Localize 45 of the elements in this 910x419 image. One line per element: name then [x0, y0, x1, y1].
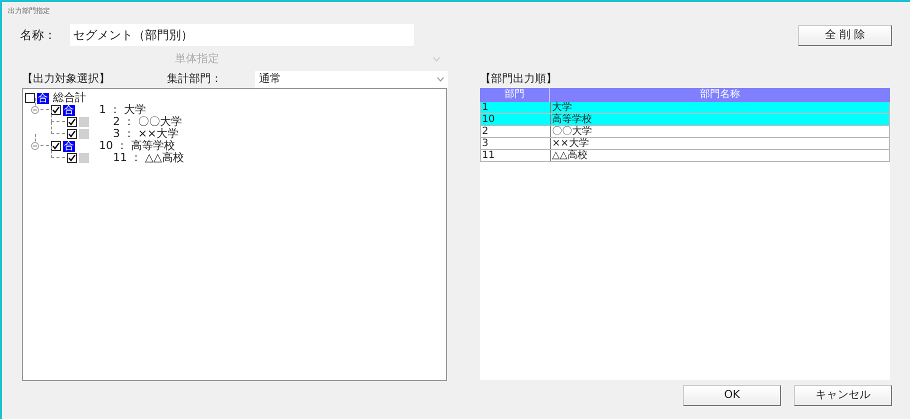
tree-item-label[interactable]: 11 ： △△高校	[113, 152, 184, 164]
table-cell-text: △△高校	[551, 150, 588, 161]
table-row[interactable]: 10 高等学校	[480, 114, 890, 126]
cancel-button[interactable]: キャンセル	[794, 385, 892, 406]
group-badge: 合	[63, 104, 75, 116]
checkbox[interactable]	[25, 93, 35, 103]
checkbox[interactable]	[67, 129, 77, 139]
table-cell: 10	[481, 114, 551, 125]
checkbox[interactable]	[51, 105, 61, 115]
checkbox[interactable]	[51, 141, 61, 151]
column-header: 部門名称	[699, 88, 741, 102]
table-row[interactable]: 3 ××大学	[480, 138, 890, 150]
tree-item-label[interactable]: 1 ： 大学	[99, 104, 146, 116]
delete-all-button[interactable]: 全 削 除	[798, 24, 892, 46]
group-badge: 合	[63, 140, 75, 152]
section-heading: 【部門出力順】	[480, 70, 557, 87]
table-row[interactable]: 2 〇〇大学	[480, 126, 890, 138]
chevron-icon	[437, 76, 444, 82]
group-badge: 合	[37, 92, 49, 104]
checkbox[interactable]	[67, 117, 77, 127]
checkbox[interactable]	[67, 153, 77, 163]
table-cell-text: ××大学	[551, 138, 590, 149]
collapse-icon[interactable]	[31, 106, 39, 114]
tree-item-label[interactable]: 3 ： ××大学	[113, 128, 178, 140]
ok-button[interactable]: OK	[683, 385, 781, 406]
tree-item-label[interactable]: 10 ： 高等学校	[99, 140, 175, 152]
name-label: 名称：	[20, 27, 57, 44]
table-cell: 11	[481, 150, 551, 161]
table-cell-text: 高等学校	[551, 114, 593, 125]
table-row[interactable]: 11 △△高校	[480, 150, 890, 162]
aggregate-label: 集計部門：	[167, 70, 223, 87]
tree-item-label[interactable]: 総合計	[53, 92, 86, 104]
table-cell: 2	[481, 126, 551, 137]
section-heading: 【出力対象選択】	[22, 70, 111, 87]
tree-item-label[interactable]: 2 ： 〇〇大学	[113, 116, 182, 128]
table-cell: 1	[481, 102, 551, 113]
department-icon	[79, 153, 89, 163]
chevron-icon	[433, 57, 440, 62]
table-cell-text: 大学	[551, 102, 573, 113]
name-field[interactable]: セグメント（部門別）	[70, 24, 414, 46]
collapse-icon[interactable]	[31, 142, 39, 150]
table-row[interactable]: 1 大学	[480, 102, 890, 114]
aggregate-dropdown[interactable]: 通常	[255, 70, 448, 88]
table-cell: 3	[481, 138, 551, 149]
table-cell-text: 〇〇大学	[551, 126, 593, 137]
